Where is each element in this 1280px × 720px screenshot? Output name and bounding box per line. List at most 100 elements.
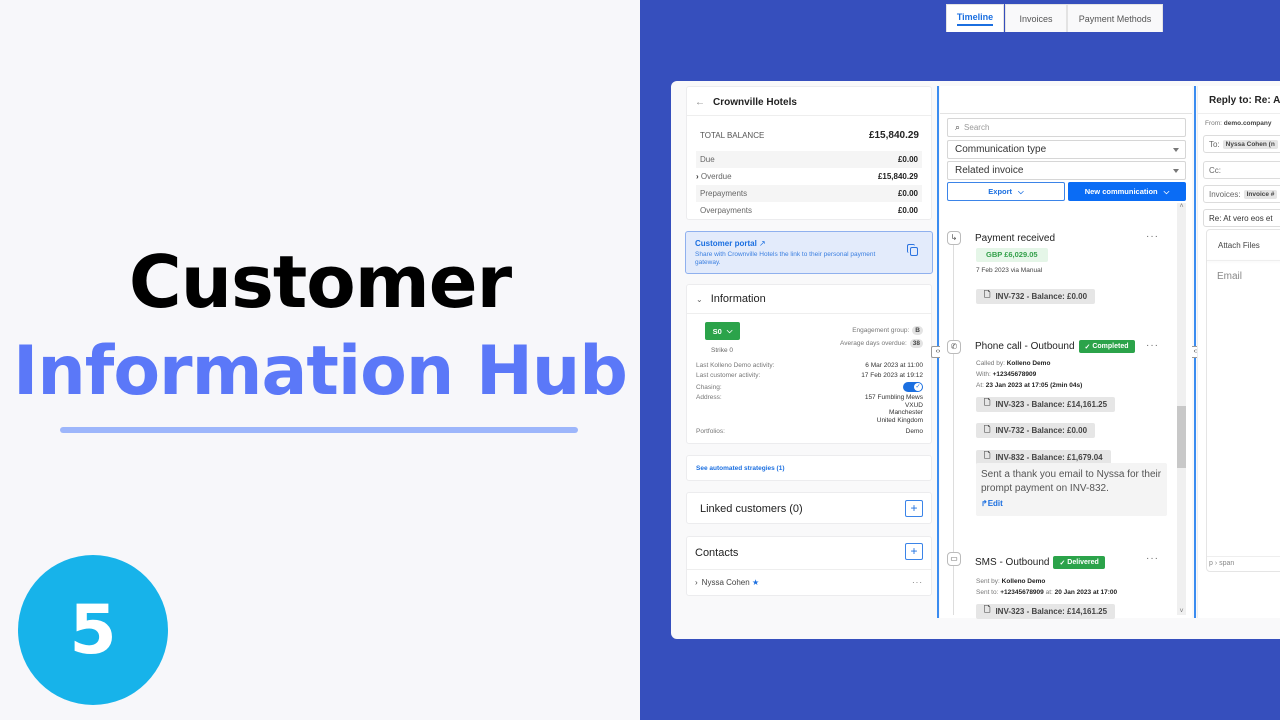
timeline-search-input[interactable]: ⌕ Search <box>947 118 1186 137</box>
address-value: 157 Fumbling Mews VXUD Manchester United Ki… <box>865 394 923 424</box>
expand-chevron-icon[interactable]: › <box>695 578 698 587</box>
scrollbar-thumb[interactable] <box>1177 406 1186 468</box>
message-icon: ▭ <box>947 552 961 566</box>
communication-type-select[interactable]: Communication type <box>947 140 1186 159</box>
portfolios-label: Portfolios: <box>696 428 725 435</box>
address-line: United Kingdom <box>876 416 923 424</box>
title-underline <box>60 427 578 433</box>
chasing-toggle[interactable]: ✓ <box>903 382 923 392</box>
call-note: Sent a thank you email to Nyssa for thei… <box>976 463 1167 516</box>
invoices-field[interactable]: Invoices: Invoice # <box>1203 185 1280 203</box>
edit-note-link[interactable]: ↱Edit <box>981 499 1162 508</box>
cc-field[interactable]: Cc: <box>1203 161 1280 179</box>
balance-row[interactable]: › Overdue £15,840.29 <box>696 168 922 185</box>
portal-title[interactable]: Customer portal <box>695 239 757 248</box>
address-line: VXUD <box>904 401 923 409</box>
balance-value: £0.00 <box>897 206 918 215</box>
email-editor[interactable]: Attach Files Email p › span <box>1206 229 1280 572</box>
search-icon: ⌕ <box>955 122 961 132</box>
invoice-chip[interactable]: Invoice # <box>1243 189 1278 199</box>
at-label: at: <box>1045 589 1053 596</box>
export-button[interactable]: Export ⌵ <box>947 182 1065 201</box>
see-automated-strategies-link[interactable]: See automated strategies (1) <box>696 465 785 472</box>
invoice-chip[interactable]: 🗋 INV-323 - Balance: £14,161.25 <box>976 603 1116 619</box>
external-link-icon[interactable]: ↗ <box>759 239 766 248</box>
customer-header-card: ← Crownville Hotels TOTAL BALANCE £15,84… <box>686 86 932 220</box>
invoice-chip-text: INV-732 - Balance: £0.00 <box>995 291 1088 301</box>
tab-timeline[interactable]: Timeline <box>946 4 1004 32</box>
strategies-card: See automated strategies (1) <box>686 455 932 481</box>
strike-value: S0 <box>712 326 722 336</box>
entry-menu-icon[interactable]: ··· <box>1146 340 1159 351</box>
more-options-icon[interactable]: ··· <box>912 578 923 587</box>
balance-value: £0.00 <box>897 155 918 164</box>
entry-menu-icon[interactable]: ··· <box>1146 231 1159 242</box>
document-icon: 🗋 <box>984 451 991 460</box>
tab-bar <box>940 86 1192 114</box>
balance-label: Due <box>700 155 715 164</box>
tab-invoices[interactable]: Invoices <box>1005 4 1067 32</box>
tab-label: Invoices <box>1019 13 1053 24</box>
back-arrow-icon[interactable]: ← <box>695 97 705 108</box>
contact-name: Nyssa Cohen <box>701 578 750 587</box>
engagement-badge: B <box>912 326 923 335</box>
with-label: With: <box>976 371 991 378</box>
scroll-down-arrow[interactable]: ˅ <box>1177 608 1186 615</box>
subject-value: Re: At vero eos et <box>1209 213 1273 223</box>
status-text: Completed <box>1092 343 1129 350</box>
balance-row: Prepayments £0.00 <box>696 185 922 202</box>
edit-label: Edit <box>987 499 1003 508</box>
balance-label: Overpayments <box>700 206 753 215</box>
copy-icon[interactable] <box>907 244 918 256</box>
detail-value: 6 Mar 2023 at 11:00 <box>865 361 923 369</box>
address-label: Address: <box>696 394 722 401</box>
customer-portal-card[interactable]: Customer portal ↗ Share with Crownville … <box>685 231 933 274</box>
tab-payment-methods[interactable]: Payment Methods <box>1067 4 1163 32</box>
strike-dropdown[interactable]: S0 ⌵ <box>705 322 740 340</box>
sent-to-label: Sent to: <box>976 589 999 596</box>
entry-title: SMS - Outbound <box>975 557 1050 568</box>
invoice-chip[interactable]: 🗋 INV-323 - Balance: £14,161.25 <box>976 396 1116 412</box>
entry-menu-icon[interactable]: ··· <box>1146 553 1159 564</box>
hero-title-line1: Customer <box>128 240 512 324</box>
collapse-chevron-icon[interactable]: ⌄ <box>696 295 703 304</box>
contacts-card: Contacts + › Nyssa Cohen ★ ··· <box>686 536 932 596</box>
contact-item[interactable]: › Nyssa Cohen ★ ··· <box>695 578 923 587</box>
attach-files-button[interactable]: Attach Files <box>1218 241 1260 250</box>
strike-label: Strike 0 <box>711 347 734 354</box>
tab-label: Timeline <box>956 12 994 26</box>
add-linked-customer-button[interactable]: + <box>905 500 923 517</box>
caret-down-icon <box>1173 169 1179 173</box>
engagement-label: Engagement group: <box>852 327 910 334</box>
export-label: Export <box>988 187 1013 196</box>
sent-by-value: Kolleno Demo <box>1001 578 1046 585</box>
sent-to-value: +12345678909 <box>1000 589 1044 596</box>
address-line: Manchester <box>889 409 923 416</box>
add-contact-button[interactable]: + <box>905 543 923 560</box>
contacts-title: Contacts <box>695 547 739 559</box>
total-balance-label: TOTAL BALANCE <box>700 131 765 140</box>
status-text: Delivered <box>1067 559 1099 566</box>
payment-return-icon: ↳ <box>947 231 961 245</box>
to-field[interactable]: To: Nyssa Cohen (n <box>1203 135 1280 153</box>
invoice-chip-text: INV-323 - Balance: £14,161.25 <box>995 399 1108 409</box>
select-value: Communication type <box>955 144 1047 155</box>
invoice-chip[interactable]: 🗋 INV-732 - Balance: £0.00 <box>976 288 1096 304</box>
reply-title: Reply to: Re: At <box>1209 95 1280 106</box>
note-text: Sent a thank you email to Nyssa for thei… <box>981 469 1162 494</box>
invoice-chip[interactable]: 🗋 INV-732 - Balance: £0.00 <box>976 423 1096 438</box>
recipient-chip[interactable]: Nyssa Cohen (n <box>1222 139 1278 149</box>
chevron-down-icon: ⌵ <box>726 326 733 335</box>
balance-value: £15,840.29 <box>877 172 918 181</box>
at-value: 23 Jan 2023 at 17:05 (2min 04s) <box>985 382 1083 389</box>
linked-customers-card: Linked customers (0) + <box>686 492 932 524</box>
timeline-scrollbar[interactable]: ˄ ˅ <box>1177 203 1186 615</box>
balance-row: Due £0.00 <box>696 151 922 168</box>
subject-field[interactable]: Re: At vero eos et <box>1203 209 1280 227</box>
balance-value: £0.00 <box>897 189 918 198</box>
related-invoice-select[interactable]: Related invoice <box>947 161 1186 180</box>
from-value: demo.company <box>1223 120 1272 127</box>
scroll-up-arrow[interactable]: ˄ <box>1177 203 1186 210</box>
new-communication-button[interactable]: New communication ⌵ <box>1068 182 1186 201</box>
portal-description: Share with Crownville Hotels the link to… <box>695 251 876 266</box>
